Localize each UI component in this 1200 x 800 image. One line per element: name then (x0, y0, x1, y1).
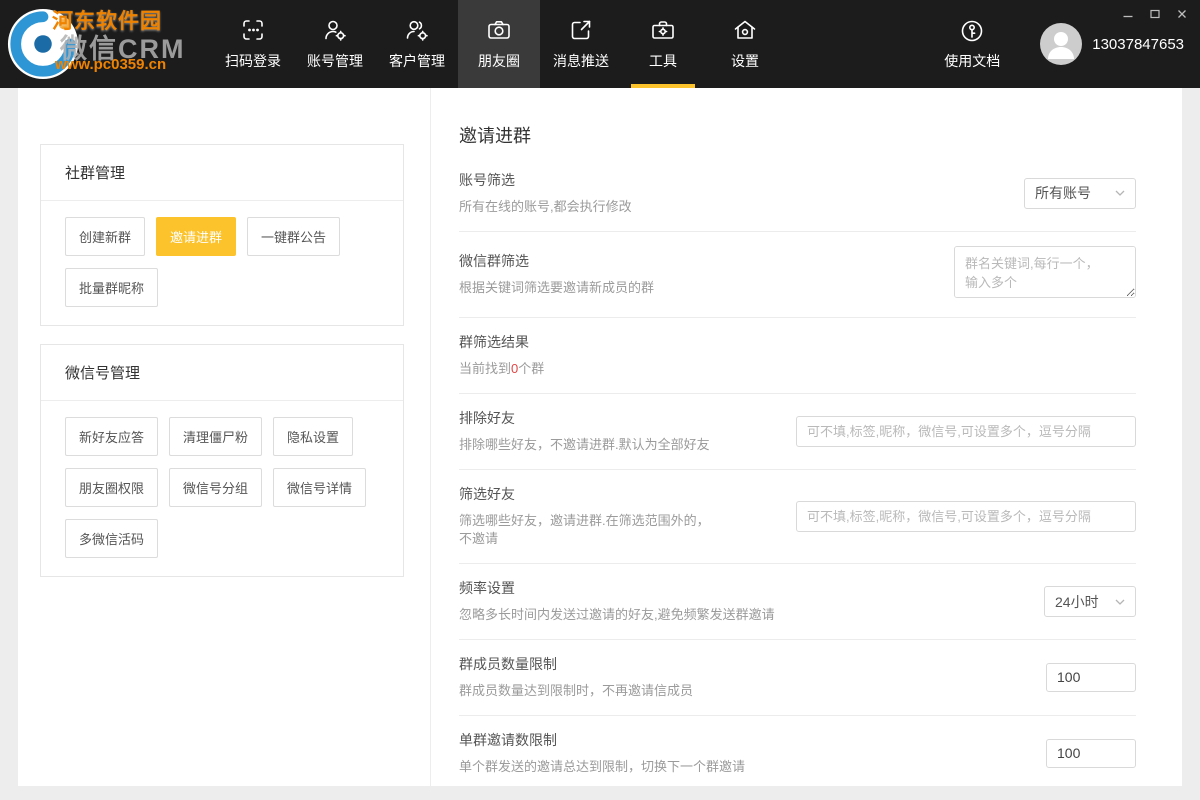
nav-label: 消息推送 (553, 51, 609, 71)
form-row-filter-result: 群筛选结果 当前找到0个群 (459, 318, 1136, 394)
active-tab-underline (631, 84, 695, 88)
toolbox-icon (650, 17, 676, 43)
form-area: 邀请进群 账号筛选 所有在线的账号,都会执行修改 所有账号 微信群筛选 根据关键… (430, 88, 1182, 786)
chevron-down-icon (1115, 599, 1125, 605)
sidebar-btn-new-friend-reply[interactable]: 新好友应答 (65, 417, 158, 456)
nav-item-moments[interactable]: 朋友圈 (458, 0, 540, 88)
phone-number: 13037847653 (1092, 36, 1184, 53)
content-panel: 社群管理 创建新群 邀请进群 一键群公告 批量群昵称 微信号管理 新好友应答 清… (18, 88, 1182, 786)
share-arrow-icon (568, 17, 594, 43)
card-title: 微信号管理 (41, 345, 403, 401)
member-limit-input[interactable] (1046, 663, 1136, 692)
row-desc: 排除哪些好友，不邀请进群.默认为全部好友 (459, 436, 710, 455)
form-row-account-filter: 账号筛选 所有在线的账号,都会执行修改 所有账号 (459, 156, 1136, 232)
camera-icon (486, 17, 512, 43)
person-icon (1040, 23, 1082, 65)
sidebar-btn-wechat-details[interactable]: 微信号详情 (273, 468, 366, 507)
logo: 河东软件园 微信CRM www.pc0359.cn (0, 0, 212, 88)
select-value: 所有账号 (1035, 183, 1091, 203)
card-title: 社群管理 (41, 145, 403, 201)
nav-label: 账号管理 (307, 51, 363, 71)
nav-item-settings[interactable]: 设置 (704, 0, 786, 88)
nav-label: 设置 (731, 51, 759, 71)
docs-button[interactable]: 使用文档 (944, 18, 1000, 71)
row-label: 单群邀请数限制 (459, 730, 745, 750)
window-controls (1122, 8, 1188, 20)
frequency-select[interactable]: 24小时 (1044, 586, 1136, 617)
invite-limit-input[interactable] (1046, 739, 1136, 768)
home-gear-icon (732, 17, 758, 43)
result-prefix: 当前找到 (459, 361, 511, 376)
nav-item-scan-login[interactable]: 扫码登录 (212, 0, 294, 88)
form-row-invite-limit: 单群邀请数限制 单个群发送的邀请总达到限制，切换下一个群邀请 (459, 716, 1136, 786)
row-label: 排除好友 (459, 408, 710, 428)
docs-label: 使用文档 (944, 51, 1000, 71)
user-gear-icon (322, 17, 348, 43)
sidebar-btn-invite-to-group[interactable]: 邀请进群 (156, 217, 236, 256)
nav-item-customer-management[interactable]: 客户管理 (376, 0, 458, 88)
nav-item-tools[interactable]: 工具 (622, 0, 704, 88)
row-desc: 忽略多长时间内发送过邀请的好友,避免频繁发送群邀请 (459, 606, 775, 625)
exclude-friends-input[interactable] (796, 416, 1136, 447)
nav-item-message-push[interactable]: 消息推送 (540, 0, 622, 88)
row-label: 群筛选结果 (459, 332, 544, 352)
form-row-group-filter: 微信群筛选 根据关键词筛选要邀请新成员的群 (459, 232, 1136, 318)
form-row-filter-friends: 筛选好友 筛选哪些好友，邀请进群.在筛选范围外的， 不邀请 (459, 470, 1136, 565)
row-desc: 根据关键词筛选要邀请新成员的群 (459, 279, 654, 298)
row-label: 筛选好友 (459, 484, 710, 504)
card-body: 新好友应答 清理僵尸粉 隐私设置 朋友圈权限 微信号分组 微信号详情 多微信活码 (41, 401, 403, 576)
avatar[interactable] (1040, 23, 1082, 65)
sidebar-btn-group-announcement[interactable]: 一键群公告 (247, 217, 340, 256)
nav-item-account-management[interactable]: 账号管理 (294, 0, 376, 88)
row-desc: 群成员数量达到限制时，不再邀请信成员 (459, 682, 693, 701)
row-desc: 单个群发送的邀请总达到限制，切换下一个群邀请 (459, 758, 745, 777)
wechat-account-card: 微信号管理 新好友应答 清理僵尸粉 隐私设置 朋友圈权限 微信号分组 微信号详情… (40, 344, 404, 577)
chevron-down-icon (1115, 190, 1125, 196)
sidebar-btn-moments-permission[interactable]: 朋友圈权限 (65, 468, 158, 507)
page-title: 邀请进群 (459, 122, 1136, 148)
watermark-url: www.pc0359.cn (55, 56, 166, 73)
row-label: 群成员数量限制 (459, 654, 693, 674)
form-row-exclude-friends: 排除好友 排除哪些好友，不邀请进群.默认为全部好友 (459, 394, 1136, 470)
main-nav: 扫码登录 账号管理 客户管理 朋友圈 消息推送 (212, 0, 786, 88)
sidebar-btn-create-group[interactable]: 创建新群 (65, 217, 145, 256)
key-circle-icon (959, 18, 985, 44)
nav-label: 工具 (649, 51, 677, 71)
titlebar: 河东软件园 微信CRM www.pc0359.cn 扫码登录 账号管理 客户管理 (0, 0, 1200, 88)
row-desc: 当前找到0个群 (459, 360, 544, 379)
sidebar-btn-multi-wechat-code[interactable]: 多微信活码 (65, 519, 158, 558)
row-label: 微信群筛选 (459, 251, 654, 271)
nav-label: 客户管理 (389, 51, 445, 71)
nav-label: 朋友圈 (478, 51, 520, 71)
sidebar: 社群管理 创建新群 邀请进群 一键群公告 批量群昵称 微信号管理 新好友应答 清… (18, 88, 430, 786)
group-keyword-textarea[interactable] (954, 246, 1136, 298)
users-gear-icon (404, 17, 430, 43)
minimize-button[interactable] (1122, 8, 1134, 20)
filter-friends-input[interactable] (796, 501, 1136, 532)
select-value: 24小时 (1055, 592, 1099, 612)
row-desc: 所有在线的账号,都会执行修改 (459, 198, 632, 217)
card-body: 创建新群 邀请进群 一键群公告 批量群昵称 (41, 201, 403, 325)
account-filter-select[interactable]: 所有账号 (1024, 178, 1136, 209)
result-suffix: 个群 (518, 361, 544, 376)
sidebar-btn-privacy-settings[interactable]: 隐私设置 (273, 417, 353, 456)
row-label: 账号筛选 (459, 170, 632, 190)
close-button[interactable] (1176, 8, 1188, 20)
sidebar-btn-clean-zombie-fans[interactable]: 清理僵尸粉 (169, 417, 262, 456)
maximize-button[interactable] (1149, 8, 1161, 20)
form-row-member-limit: 群成员数量限制 群成员数量达到限制时，不再邀请信成员 (459, 640, 1136, 716)
sidebar-btn-batch-nickname[interactable]: 批量群昵称 (65, 268, 158, 307)
qr-scan-icon (240, 17, 266, 43)
row-label: 频率设置 (459, 578, 775, 598)
nav-label: 扫码登录 (225, 51, 281, 71)
row-desc: 筛选哪些好友，邀请进群.在筛选范围外的， 不邀请 (459, 512, 710, 550)
group-management-card: 社群管理 创建新群 邀请进群 一键群公告 批量群昵称 (40, 144, 404, 326)
sidebar-btn-wechat-grouping[interactable]: 微信号分组 (169, 468, 262, 507)
form-row-frequency: 频率设置 忽略多长时间内发送过邀请的好友,避免频繁发送群邀请 24小时 (459, 564, 1136, 640)
